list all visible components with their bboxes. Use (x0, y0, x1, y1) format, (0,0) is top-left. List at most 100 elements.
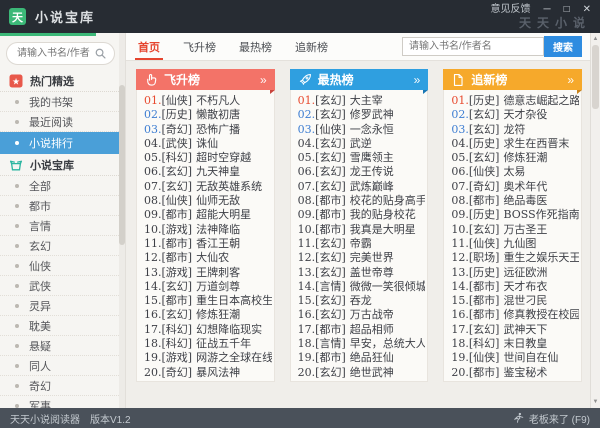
rank-item[interactable]: 20.[都市]鉴宝秘术 (451, 366, 579, 380)
sidebar-item[interactable]: 耽美 (0, 316, 125, 336)
rank-item[interactable]: 20.[玄幻]绝世武神 (298, 366, 426, 380)
sidebar-item[interactable]: 最近阅读 (0, 112, 125, 132)
rank-item[interactable]: 10.[玄幻]万古圣王 (451, 223, 579, 237)
sidebar-item[interactable]: 奇幻 (0, 376, 125, 396)
nav-search-input[interactable] (402, 37, 544, 56)
rank-item[interactable]: 07.[玄幻]无敌英雄系统 (144, 180, 272, 194)
sidebar-item[interactable]: 全部 (0, 176, 125, 196)
rank-item[interactable]: 06.[玄幻]龙王传说 (298, 165, 426, 179)
sidebar-item[interactable]: 言情 (0, 216, 125, 236)
chevron-right-icon[interactable]: » (414, 73, 421, 87)
rank-item[interactable]: 17.[都市]超品相师 (298, 323, 426, 337)
rank-item[interactable]: 13.[游戏]王牌刺客 (144, 266, 272, 280)
rank-item[interactable]: 19.[仙侠]世间自在仙 (451, 351, 579, 365)
rank-item[interactable]: 17.[玄幻]武神天下 (451, 323, 579, 337)
rank-item[interactable]: 09.[都市]超能大明星 (144, 208, 272, 222)
rank-item[interactable]: 04.[武侠]诛仙 (144, 137, 272, 151)
sidebar-scrollbar[interactable] (119, 33, 125, 408)
search-button[interactable]: 搜索 (544, 36, 582, 57)
rank-column-title: 最热榜 (318, 71, 354, 88)
rank-item[interactable]: 19.[都市]绝品狂仙 (298, 351, 426, 365)
rank-item[interactable]: 19.[游戏]网游之全球在线 (144, 351, 272, 365)
rank-item[interactable]: 01.[仙侠]不朽凡人 (144, 94, 272, 108)
main-scrollbar[interactable]: ▲ ▼ (590, 33, 600, 408)
rank-item[interactable]: 06.[仙侠]太易 (451, 165, 579, 179)
rank-item[interactable]: 18.[言情]早安，总统大人！ (298, 337, 426, 351)
rank-item[interactable]: 11.[玄幻]帝霸 (298, 237, 426, 251)
chevron-right-icon[interactable]: » (260, 73, 267, 87)
boss-key-button[interactable]: 老板来了 (F9) (512, 411, 590, 426)
rank-item[interactable]: 08.[都市]绝品毒医 (451, 194, 579, 208)
search-icon[interactable] (94, 47, 107, 60)
rank-item[interactable]: 10.[游戏]法神降临 (144, 223, 272, 237)
maximize-button[interactable]: □ (564, 4, 570, 15)
rank-item[interactable]: 15.[玄幻]吞龙 (298, 294, 426, 308)
rank-item[interactable]: 20.[奇幻]暴风法神 (144, 366, 272, 380)
sidebar-item[interactable]: 军事 (0, 396, 125, 408)
rank-item[interactable]: 16.[都市]修真教授在校园 (451, 308, 579, 322)
rank-item[interactable]: 03.[奇幻]恐怖广播 (144, 123, 272, 137)
rank-item[interactable]: 18.[科幻]末日教皇 (451, 337, 579, 351)
rank-item[interactable]: 12.[职场]重生之娱乐天王 (451, 251, 579, 265)
rank-item[interactable]: 07.[玄幻]武炼巅峰 (298, 180, 426, 194)
rank-item[interactable]: 04.[玄幻]武逆 (298, 137, 426, 151)
rank-item[interactable]: 11.[仙侠]九仙图 (451, 237, 579, 251)
rank-item[interactable]: 15.[都市]重生日本高校生 (144, 294, 272, 308)
rank-item[interactable]: 14.[玄幻]万道剑尊 (144, 280, 272, 294)
sidebar-item[interactable]: 都市 (0, 196, 125, 216)
sidebar-item-label: 最近阅读 (29, 114, 73, 130)
rank-item[interactable]: 18.[科幻]征战五千年 (144, 337, 272, 351)
rank-item[interactable]: 03.[仙侠]一念永恒 (298, 123, 426, 137)
rank-item[interactable]: 01.[历史]德意志崛起之路 (451, 94, 579, 108)
rank-item[interactable]: 03.[玄幻]龙符 (451, 123, 579, 137)
sidebar-item[interactable]: 武侠 (0, 276, 125, 296)
feedback-link[interactable]: 意见反馈 (490, 4, 530, 15)
tab-1[interactable]: 首页 (138, 33, 160, 60)
rank-item[interactable]: 17.[科幻]幻想降临现实 (144, 323, 272, 337)
rank-item[interactable]: 08.[都市]校花的贴身高手 (298, 194, 426, 208)
rank-item[interactable]: 02.[玄幻]修罗武神 (298, 108, 426, 122)
rank-item[interactable]: 10.[都市]我真是大明星 (298, 223, 426, 237)
rank-item[interactable]: 04.[历史]求生在西晋末 (451, 137, 579, 151)
rank-item[interactable]: 14.[言情]微微一笑很倾城 (298, 280, 426, 294)
rank-item[interactable]: 16.[玄幻]万古战帝 (298, 308, 426, 322)
rank-item[interactable]: 15.[都市]混世刁民 (451, 294, 579, 308)
rank-item[interactable]: 07.[奇幻]奥术年代 (451, 180, 579, 194)
rank-item[interactable]: 14.[都市]天才布衣 (451, 280, 579, 294)
tab-4[interactable]: 追新榜 (295, 33, 328, 60)
rank-item[interactable]: 13.[历史]远征欧洲 (451, 266, 579, 280)
main-scrollbar-thumb[interactable] (592, 45, 599, 109)
rank-category: [玄幻] (315, 266, 346, 279)
chevron-right-icon[interactable]: » (567, 73, 574, 87)
rank-item[interactable]: 05.[玄幻]修炼狂潮 (451, 151, 579, 165)
rank-item[interactable]: 09.[都市]我的贴身校花 (298, 208, 426, 222)
rank-item[interactable]: 08.[仙侠]仙师无敌 (144, 194, 272, 208)
rank-item[interactable]: 16.[玄幻]修炼狂潮 (144, 308, 272, 322)
rank-item[interactable]: 02.[历史]懒散初唐 (144, 108, 272, 122)
sidebar-item[interactable]: 同人 (0, 356, 125, 376)
rank-item[interactable]: 01.[玄幻]大主宰 (298, 94, 426, 108)
scroll-down-icon[interactable]: ▼ (591, 398, 600, 406)
minimize-button[interactable]: ─ (543, 4, 550, 15)
close-button[interactable]: ✕ (583, 4, 591, 15)
sidebar-scrollbar-thumb[interactable] (119, 85, 125, 245)
rank-item[interactable]: 05.[科幻]超时空穿越 (144, 151, 272, 165)
rank-item[interactable]: 02.[玄幻]天才杂役 (451, 108, 579, 122)
rank-item[interactable]: 05.[玄幻]雪鹰领主 (298, 151, 426, 165)
rank-item[interactable]: 11.[都市]香江王朝 (144, 237, 272, 251)
sidebar-item[interactable]: 灵异 (0, 296, 125, 316)
sidebar-item[interactable]: 仙侠 (0, 256, 125, 276)
rank-item[interactable]: 13.[玄幻]盖世帝尊 (298, 266, 426, 280)
rank-item[interactable]: 06.[玄幻]九天神皇 (144, 165, 272, 179)
rank-item[interactable]: 12.[都市]大仙农 (144, 251, 272, 265)
sidebar-item[interactable]: 玄幻 (0, 236, 125, 256)
rank-item[interactable]: 09.[历史]BOSS作死指南 (451, 208, 579, 222)
rank-item[interactable]: 12.[玄幻]完美世界 (298, 251, 426, 265)
rank-title: 王牌刺客 (196, 266, 240, 279)
sidebar-item[interactable]: 悬疑 (0, 336, 125, 356)
sidebar-item[interactable]: 小说排行 (0, 132, 125, 154)
tab-2[interactable]: 飞升榜 (183, 33, 216, 60)
scroll-up-icon[interactable]: ▲ (591, 35, 600, 43)
tab-3[interactable]: 最热榜 (239, 33, 272, 60)
sidebar-item[interactable]: 我的书架 (0, 92, 125, 112)
